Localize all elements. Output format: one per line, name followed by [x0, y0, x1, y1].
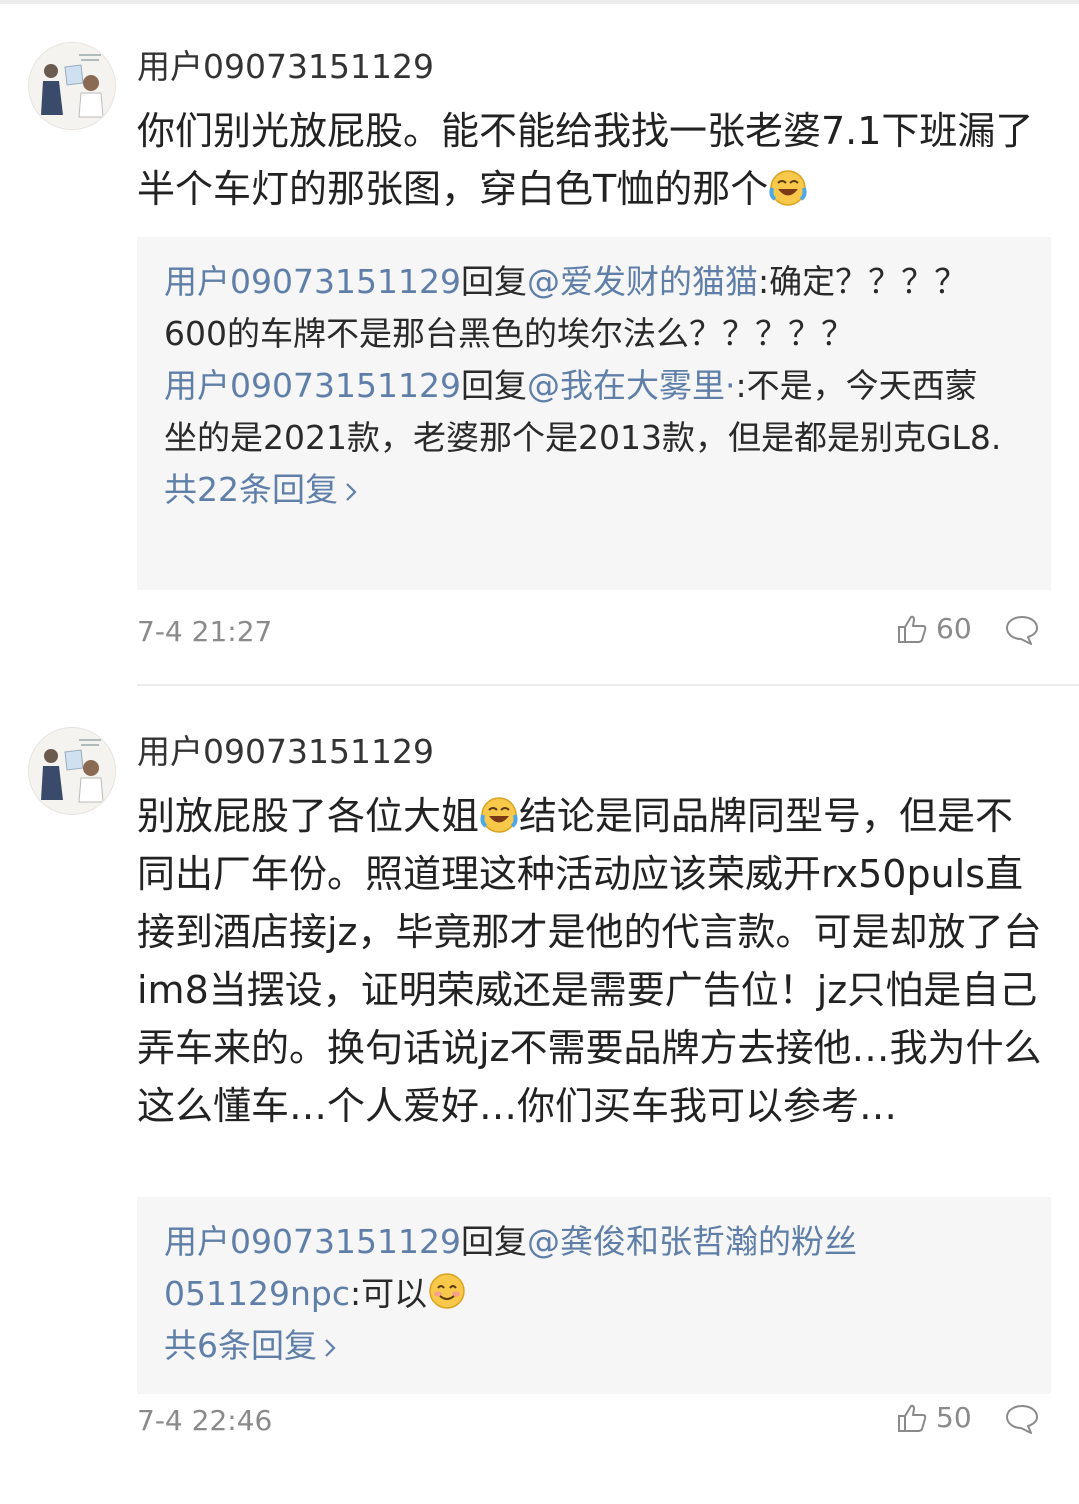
comment-bubble-icon[interactable]: [1004, 1403, 1040, 1435]
laughing-crying-emoji-icon: [769, 170, 807, 206]
top-divider: [0, 0, 1079, 4]
like-button[interactable]: 50: [896, 1401, 972, 1434]
reply-author[interactable]: 用户09073151129: [164, 366, 461, 405]
smiling-emoji-icon: [429, 1273, 465, 1309]
reply-author[interactable]: 用户09073151129: [164, 1222, 461, 1261]
avatar[interactable]: [28, 727, 116, 815]
username[interactable]: 用户09073151129: [137, 40, 434, 88]
more-replies-label: 共22条回复: [164, 470, 338, 509]
reply-author[interactable]: 用户09073151129: [164, 262, 461, 301]
more-replies-link[interactable]: 共22条回复: [164, 464, 1004, 516]
comment-body: 你们别光放屁股。能不能给我找一张老婆7.1下班漏了半个车灯的那张图，穿白色T恤的…: [137, 102, 1042, 218]
thumbs-up-icon: [898, 1404, 927, 1432]
more-replies-link[interactable]: 共6条回复: [164, 1320, 1004, 1372]
avatar-illustration: [29, 43, 115, 129]
reply-verb: 回复: [460, 262, 527, 301]
laughing-crying-emoji-icon: [480, 797, 518, 833]
comment-text: 结论是同品牌同型号，但是不同出厂年份。照道理这种活动应该荣威开rx50puls直…: [137, 794, 1042, 1128]
comment-text: 别放屁股了各位大姐: [137, 794, 480, 838]
reply-mention[interactable]: @爱发财的猫猫: [527, 262, 758, 301]
reply-item: 用户09073151129回复@爱发财的猫猫:确定？？？？600的车牌不是那台黑…: [164, 256, 1004, 360]
avatar-illustration: [29, 728, 115, 814]
reply-verb: 回复: [460, 1222, 527, 1261]
reply-verb: 回复: [460, 366, 527, 405]
comment-body: 别放屁股了各位大姐 结论是同品牌同型号，但是不同出厂年份。照道理这种活动应该荣威开…: [137, 787, 1042, 1135]
timestamp: 7-4 21:27: [137, 615, 273, 648]
reply-box[interactable]: 用户09073151129回复@爱发财的猫猫:确定？？？？600的车牌不是那台黑…: [137, 237, 1051, 590]
comment-divider: [137, 684, 1079, 686]
comment-text: 你们别光放屁股。能不能给我找一张老婆7.1下班漏了半个车灯的那张图，穿白色T恤的…: [137, 109, 1034, 211]
like-button[interactable]: 60: [896, 612, 972, 645]
timestamp: 7-4 22:46: [137, 1404, 273, 1437]
reply-text: :可以: [349, 1274, 428, 1313]
reply-mention[interactable]: @我在大雾里·: [527, 366, 736, 405]
chevron-right-icon: [346, 483, 357, 501]
comment-bubble-icon[interactable]: [1004, 614, 1040, 646]
reply-item: 用户09073151129回复@龚俊和张哲瀚的粉丝051129npc:可以: [164, 1216, 1004, 1320]
chevron-right-icon: [325, 1339, 336, 1357]
username[interactable]: 用户09073151129: [137, 725, 434, 773]
avatar[interactable]: [28, 42, 116, 130]
thumbs-up-icon: [898, 615, 927, 643]
reply-box[interactable]: 用户09073151129回复@龚俊和张哲瀚的粉丝051129npc:可以 共6…: [137, 1197, 1051, 1394]
reply-item: 用户09073151129回复@我在大雾里·:不是，今天西蒙坐的是2021款，老…: [164, 360, 1004, 464]
more-replies-label: 共6条回复: [164, 1326, 317, 1365]
like-count: 50: [936, 1401, 972, 1434]
like-count: 60: [936, 612, 972, 645]
